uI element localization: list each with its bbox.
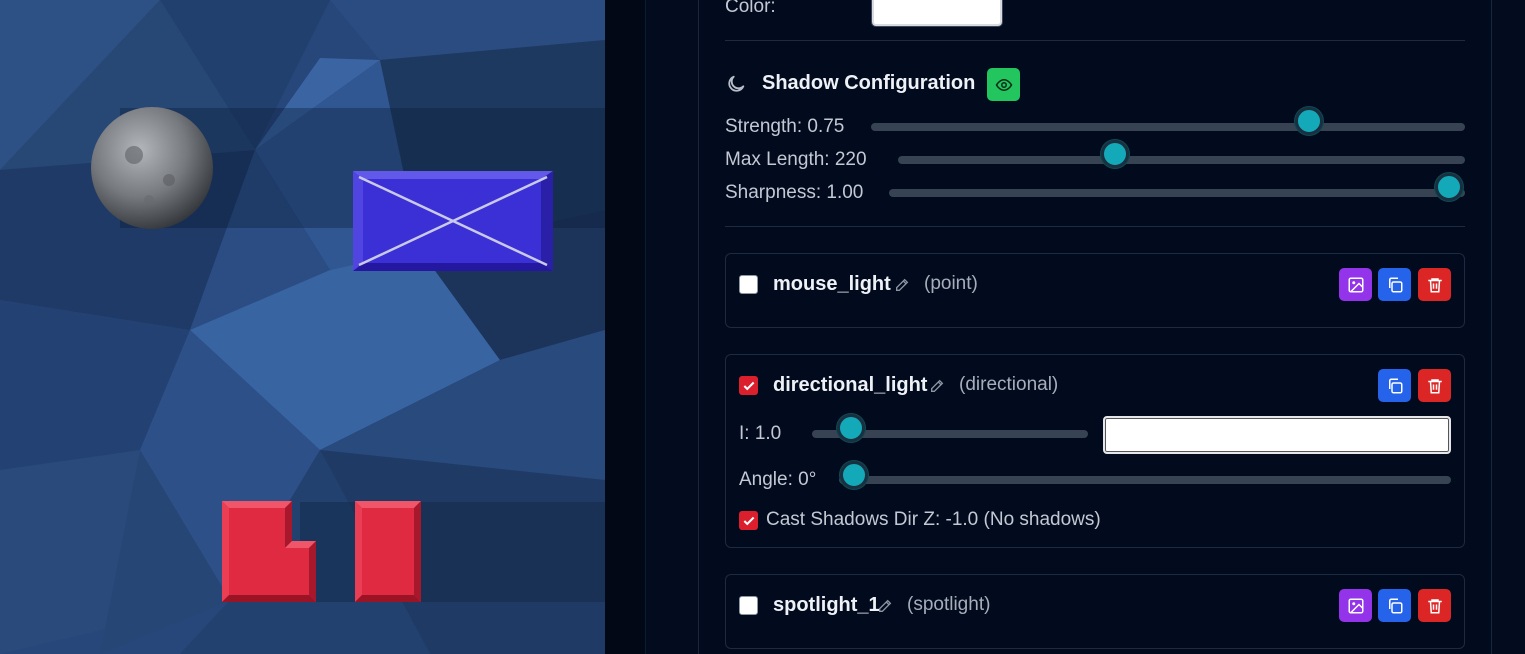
cast-shadows-label: Cast Shadows Dir Z: -1.0 (No shadows) xyxy=(766,509,1101,530)
color-swatch[interactable] xyxy=(872,0,1002,26)
color-label: Color: xyxy=(725,0,776,17)
light-duplicate-button[interactable] xyxy=(1378,589,1411,622)
check-icon xyxy=(743,381,754,390)
light-card-directional-light: directional_light (directional) I: 1.0 A… xyxy=(725,354,1465,548)
light-delete-button[interactable] xyxy=(1418,369,1451,402)
divider xyxy=(725,226,1465,227)
light-duplicate-button[interactable] xyxy=(1378,369,1411,402)
eye-icon xyxy=(995,78,1012,91)
trash-icon xyxy=(1427,598,1442,613)
max-length-label: Max Length: 220 xyxy=(725,149,867,170)
intensity-slider-thumb[interactable] xyxy=(837,414,865,442)
intensity-label: I: 1.0 xyxy=(739,423,782,444)
strength-label: Strength: 0.75 xyxy=(725,116,845,137)
scene-canvas[interactable] xyxy=(0,0,605,654)
angle-slider[interactable] xyxy=(839,476,1451,484)
trash-icon xyxy=(1427,277,1442,292)
angle-label: Angle: 0° xyxy=(739,469,817,490)
light-duplicate-button[interactable] xyxy=(1378,268,1411,301)
pencil-icon[interactable] xyxy=(877,598,893,614)
panel-gutter xyxy=(605,0,645,654)
cast-shadows-checkbox[interactable] xyxy=(739,511,758,530)
light-enabled-checkbox[interactable] xyxy=(739,596,758,615)
copy-icon xyxy=(1388,378,1402,393)
scrollbar-track[interactable] xyxy=(1492,0,1525,654)
sharpness-slider[interactable] xyxy=(889,189,1465,197)
light-delete-button[interactable] xyxy=(1418,268,1451,301)
light-type: (spotlight) xyxy=(907,594,991,615)
divider xyxy=(725,40,1465,41)
copy-icon xyxy=(1388,277,1402,292)
red-bar-block[interactable] xyxy=(355,501,421,602)
check-icon xyxy=(743,516,754,525)
light-name: spotlight_1 xyxy=(773,594,880,616)
light-card-mouse-light: mouse_light (point) xyxy=(725,253,1465,328)
light-image-button[interactable] xyxy=(1339,268,1372,301)
light-type: (directional) xyxy=(959,374,1059,395)
pencil-icon[interactable] xyxy=(894,277,910,293)
light-enabled-checkbox[interactable] xyxy=(739,275,758,294)
light-enabled-checkbox[interactable] xyxy=(739,376,758,395)
copy-icon xyxy=(1388,598,1402,613)
trash-icon xyxy=(1427,378,1442,393)
image-icon xyxy=(1348,598,1363,613)
light-delete-button[interactable] xyxy=(1418,589,1451,622)
shadow-visibility-toggle[interactable] xyxy=(987,68,1020,101)
light-color-picker[interactable] xyxy=(1103,416,1451,454)
pencil-icon[interactable] xyxy=(929,378,945,394)
moon-sphere[interactable] xyxy=(89,105,215,231)
light-type: (point) xyxy=(924,273,978,294)
moon-icon xyxy=(728,75,745,92)
max-length-slider-thumb[interactable] xyxy=(1101,140,1129,168)
sharpness-label: Sharpness: 1.00 xyxy=(725,182,864,203)
light-image-button[interactable] xyxy=(1339,589,1372,622)
angle-slider-thumb[interactable] xyxy=(840,461,868,489)
red-l-block[interactable] xyxy=(222,501,316,602)
max-length-slider[interactable] xyxy=(898,156,1465,164)
image-icon xyxy=(1348,277,1363,292)
blue-box[interactable] xyxy=(353,171,553,271)
shadow-config-title: Shadow Configuration xyxy=(762,72,976,94)
strength-slider[interactable] xyxy=(871,123,1465,131)
light-name: directional_light xyxy=(773,374,928,396)
strength-slider-thumb[interactable] xyxy=(1295,107,1323,135)
light-name: mouse_light xyxy=(773,273,891,295)
light-settings-panel: Color: Shadow Configuration Strength: 0.… xyxy=(698,0,1492,654)
light-card-spotlight-1: spotlight_1 (spotlight) xyxy=(725,574,1465,649)
sharpness-slider-thumb[interactable] xyxy=(1435,173,1463,201)
